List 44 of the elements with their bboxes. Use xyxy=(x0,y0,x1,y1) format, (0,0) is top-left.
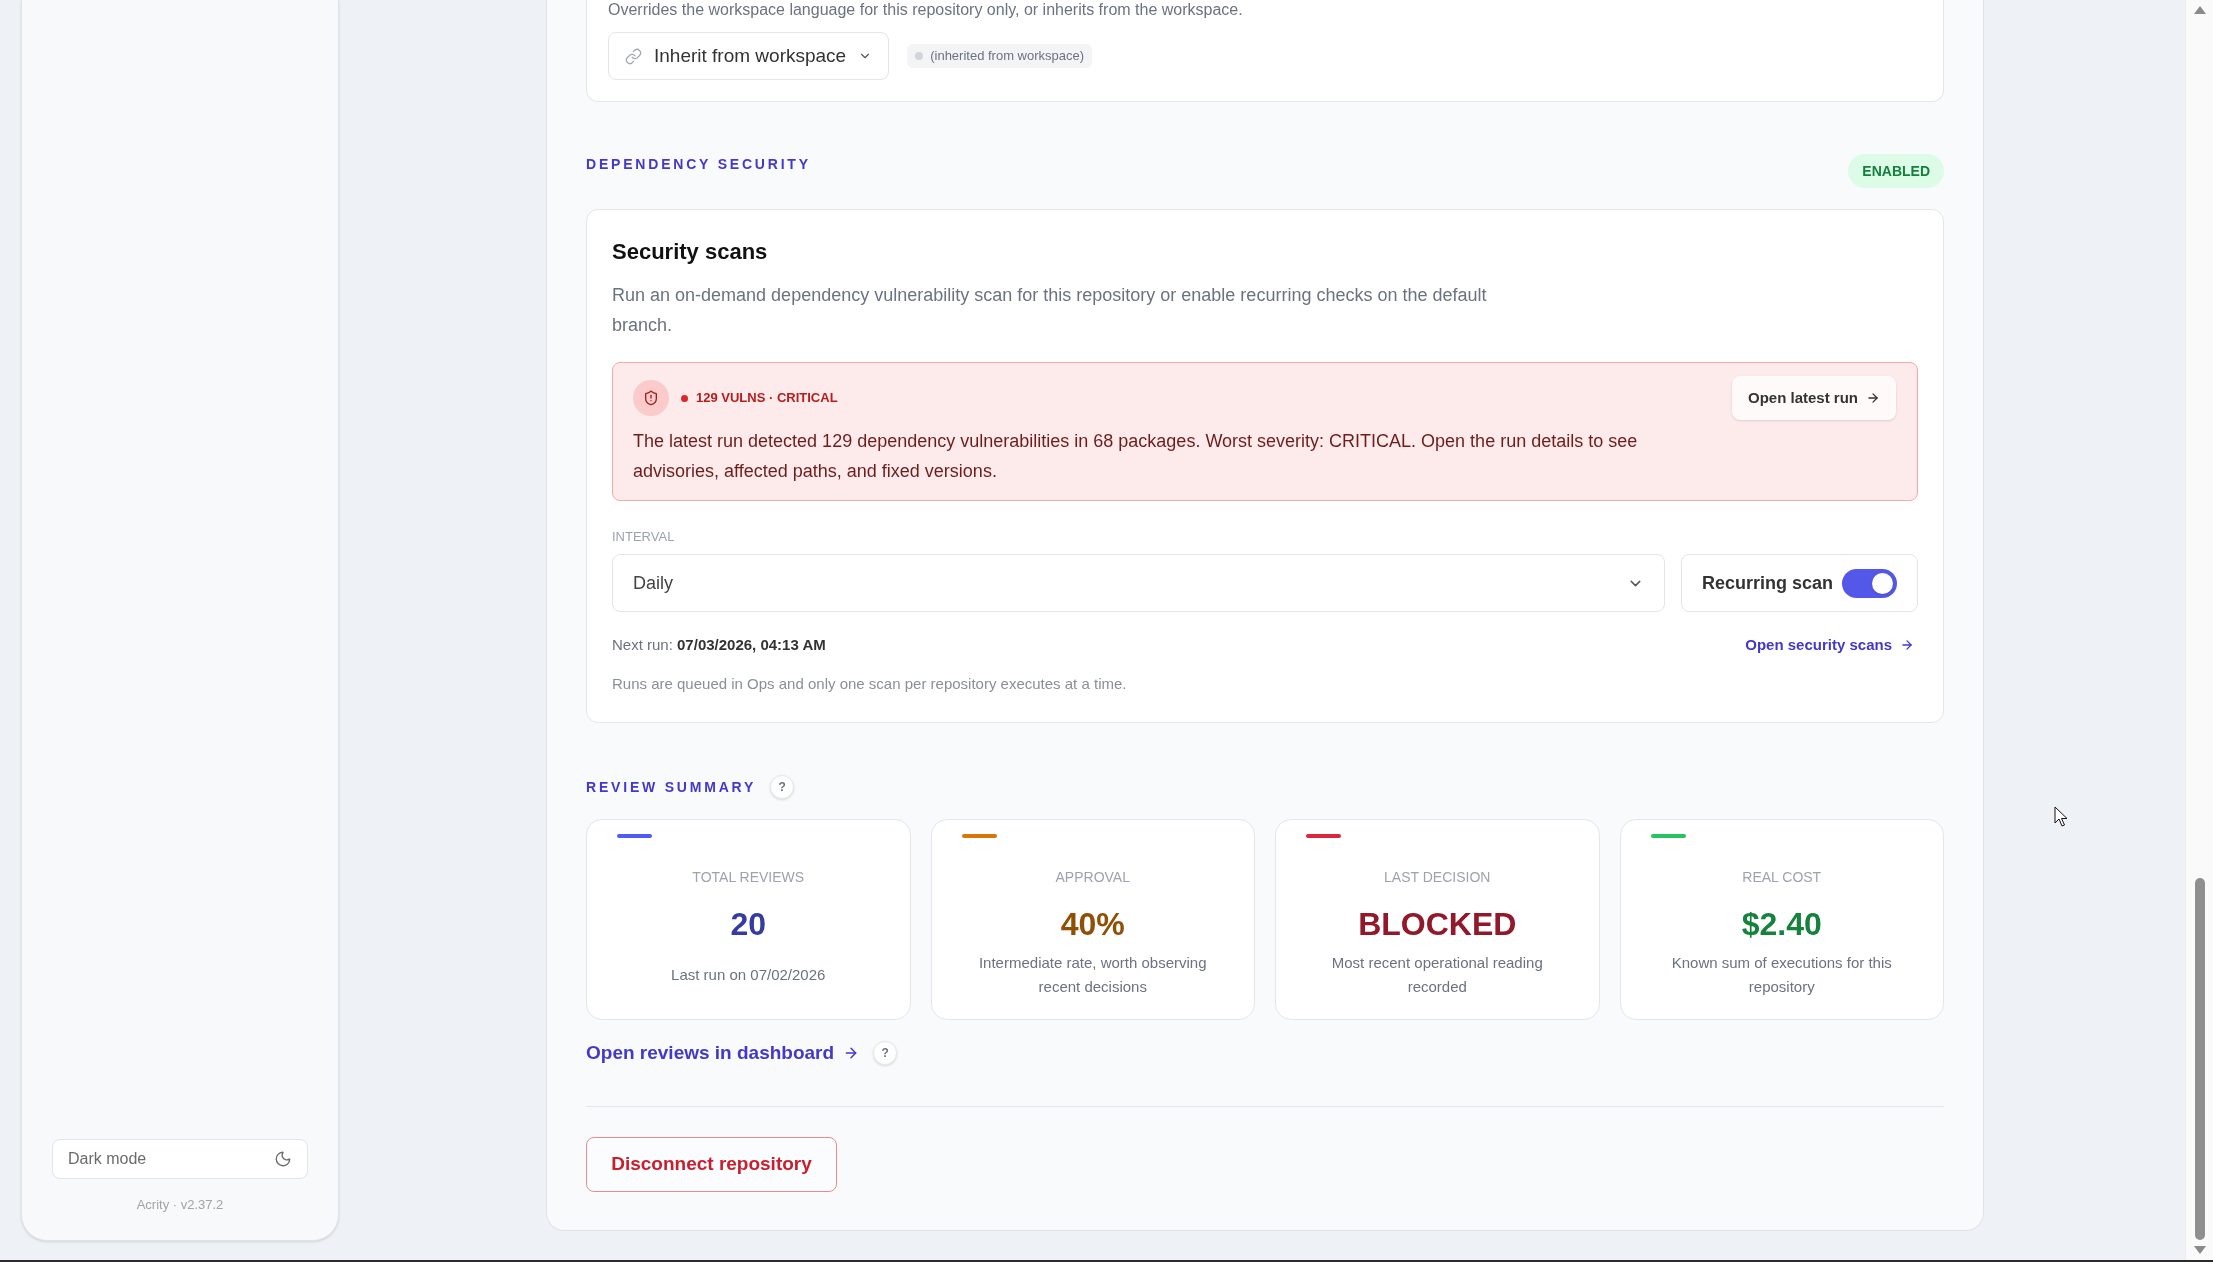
card-title: Security scans xyxy=(612,238,769,266)
disconnect-repository-button[interactable]: Disconnect repository xyxy=(586,1137,837,1192)
queue-note: Runs are queued in Ops and only one scan per repository executes at a time. xyxy=(612,674,1128,694)
recurring-scan-label: Recurring scan xyxy=(1702,571,1834,595)
help-button[interactable]: ? xyxy=(770,775,795,799)
stat-label: LAST DECISION xyxy=(1384,868,1491,886)
language-select[interactable]: Inherit from workspace xyxy=(608,32,890,80)
stat-label: REAL COST xyxy=(1742,868,1822,886)
stat-label: APPROVAL xyxy=(1055,868,1130,886)
next-run-text: Next run: 07/03/2026, 04:13 AM xyxy=(612,634,826,655)
version-text: Acrity · v2.37.2 xyxy=(136,1195,224,1214)
scrollbar[interactable] xyxy=(2185,0,2213,1260)
section-heading: DEPENDENCY SECURITY xyxy=(586,155,811,174)
inherited-badge-text: (inherited from workspace) xyxy=(930,47,1085,66)
scrollbar-thumb[interactable] xyxy=(2194,878,2205,1240)
card-description: Run an on-demand dependency vulnerability scan for this repository or enable recurring checks on the default branch. xyxy=(612,284,1488,337)
dark-mode-button[interactable]: Dark mode xyxy=(52,1138,308,1179)
stat-label: TOTAL REVIEWS xyxy=(692,868,805,886)
stat-description: Last run on 07/02/2026 xyxy=(671,965,826,985)
open-security-scans-link[interactable]: Open security scans xyxy=(1745,633,1914,657)
enabled-status-pill: ENABLED xyxy=(1848,154,1944,188)
stat-value: $2.40 xyxy=(1741,905,1822,944)
up-triangle-icon[interactable] xyxy=(2193,6,2206,14)
stat-value: 20 xyxy=(730,905,767,944)
alert-message: The latest run detected 129 dependency vulnerabilities in 68 packages. Worst severity: CRITICAL. Open the run details to see advisories, affected paths, and fixed versions. xyxy=(633,430,1639,483)
section-heading: REVIEW SUMMARY xyxy=(586,778,757,797)
open-latest-run-button[interactable]: Open latest run xyxy=(1731,376,1896,420)
moon-icon xyxy=(274,1149,292,1168)
language-description: Overrides the workspace language for this repository only, or inherits from the workspace. xyxy=(608,0,1244,20)
down-triangle-icon[interactable] xyxy=(2193,1246,2206,1254)
help-button[interactable]: ? xyxy=(873,1041,898,1065)
stat-value: BLOCKED xyxy=(1358,905,1517,944)
stat-description: Intermediate rate, worth observing recent decisions xyxy=(977,953,1208,997)
link-icon xyxy=(625,47,642,65)
stat-description: Most recent operational reading recorded xyxy=(1330,953,1544,997)
shield-icon xyxy=(633,380,669,416)
severity-label: 129 VULNS · CRITICAL xyxy=(696,389,838,408)
mouse-pointer-icon xyxy=(2054,806,2068,827)
interval-select[interactable]: Daily xyxy=(612,554,1665,612)
stat-value: 40% xyxy=(1060,905,1125,944)
interval-label: INTERVAL xyxy=(612,529,676,545)
stat-description: Known sum of executions for this repository xyxy=(1670,953,1893,997)
recurring-scan-toggle[interactable] xyxy=(1842,568,1897,598)
open-reviews-link[interactable]: Open reviews in dashboard xyxy=(586,1038,860,1068)
